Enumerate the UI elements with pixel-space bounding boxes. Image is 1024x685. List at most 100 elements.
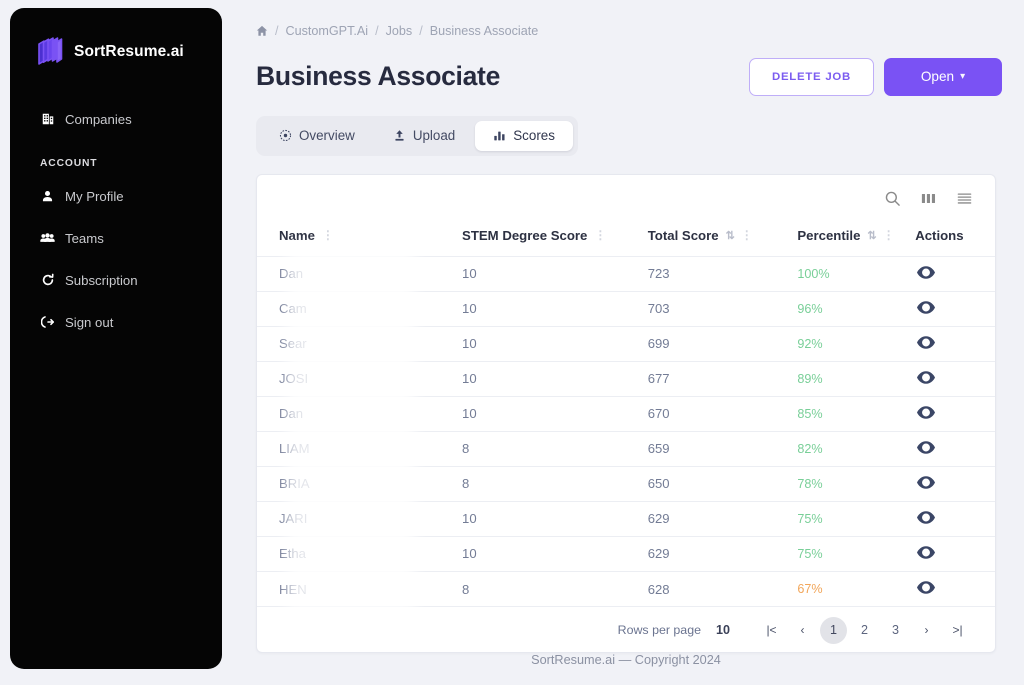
page-title: Business Associate — [256, 61, 500, 92]
column-menu-icon[interactable]: ⋮ — [883, 228, 895, 242]
search-icon[interactable] — [884, 190, 901, 207]
breadcrumb-item-current[interactable]: Business Associate — [430, 24, 539, 38]
column-label: Total Score — [648, 228, 719, 243]
eye-icon[interactable] — [917, 336, 935, 349]
sidebar-item-my-profile[interactable]: My Profile — [10, 175, 222, 217]
table-row[interactable]: Etha1062975% — [257, 536, 995, 571]
cell-total-score: 628 — [648, 571, 798, 606]
column-header-percentile[interactable]: Percentile ⇅ ⋮ — [797, 222, 915, 257]
cell-stem-degree-score: 10 — [462, 291, 648, 326]
cell-percentile: 78% — [797, 466, 915, 501]
open-status-button[interactable]: Open ▾ — [884, 58, 1002, 96]
cell-percentile: 75% — [797, 501, 915, 536]
sidebar-item-sign-out[interactable]: Sign out — [10, 301, 222, 343]
sort-icon[interactable]: ⇅ — [867, 229, 875, 242]
cell-percentile: 100% — [797, 256, 915, 291]
rows-per-page-value[interactable]: 10 — [716, 623, 730, 637]
tab-label: Upload — [413, 128, 455, 143]
eye-icon[interactable] — [917, 476, 935, 489]
cell-stem-degree-score: 8 — [462, 571, 648, 606]
cell-actions — [915, 256, 995, 291]
cell-stem-degree-score: 8 — [462, 466, 648, 501]
cell-name: HEN — [257, 571, 462, 606]
table-row[interactable]: JOSI1067789% — [257, 361, 995, 396]
sidebar-item-teams[interactable]: Teams — [10, 217, 222, 259]
cell-actions — [915, 431, 995, 466]
page-button-2[interactable]: 2 — [851, 617, 878, 644]
eye-icon[interactable] — [917, 371, 935, 384]
prev-page-button[interactable]: ‹ — [789, 617, 816, 644]
cell-percentile: 75% — [797, 536, 915, 571]
eye-icon[interactable] — [917, 581, 935, 594]
eye-icon[interactable] — [917, 301, 935, 314]
first-page-button[interactable]: |< — [758, 617, 785, 644]
sidebar-item-label: Subscription — [65, 273, 138, 288]
tab-upload[interactable]: Upload — [375, 121, 473, 151]
page-button-3[interactable]: 3 — [882, 617, 909, 644]
cell-percentile: 96% — [797, 291, 915, 326]
page-button-1[interactable]: 1 — [820, 617, 847, 644]
cell-stem-degree-score: 10 — [462, 256, 648, 291]
rows-per-page-label: Rows per page — [618, 623, 701, 637]
cell-name: Dan — [257, 396, 462, 431]
eye-icon[interactable] — [917, 266, 935, 279]
column-header-stem-degree-score[interactable]: STEM Degree Score ⋮ — [462, 222, 648, 257]
cell-stem-degree-score: 10 — [462, 361, 648, 396]
table-row[interactable]: JARI1062975% — [257, 501, 995, 536]
sort-icon[interactable]: ⇅ — [726, 229, 734, 242]
scores-table-card: Name ⋮ STEM Degree Score ⋮ — [256, 174, 996, 653]
table-row[interactable]: Dan1067085% — [257, 396, 995, 431]
cell-total-score: 659 — [648, 431, 798, 466]
page-header: Business Associate DELETE JOB Open ▾ — [256, 56, 1002, 98]
cell-total-score: 677 — [648, 361, 798, 396]
columns-icon[interactable] — [920, 190, 937, 207]
tab-label: Overview — [299, 128, 355, 143]
column-label: Percentile — [797, 228, 860, 243]
cell-name: Etha — [257, 536, 462, 571]
table-row[interactable]: Sear1069992% — [257, 326, 995, 361]
cell-total-score: 723 — [648, 256, 798, 291]
brand[interactable]: SortResume.ai — [10, 8, 222, 70]
eye-icon[interactable] — [917, 406, 935, 419]
eye-icon[interactable] — [917, 441, 935, 454]
cell-name: LIAM — [257, 431, 462, 466]
breadcrumb-item-customgpt[interactable]: CustomGPT.Ai — [286, 24, 369, 38]
sidebar-item-label: Sign out — [65, 315, 113, 330]
cell-stem-degree-score: 8 — [462, 431, 648, 466]
sidebar-item-label: Teams — [65, 231, 104, 246]
tab-label: Scores — [513, 128, 555, 143]
tab-overview[interactable]: Overview — [261, 121, 373, 151]
column-menu-icon[interactable]: ⋮ — [594, 228, 606, 242]
breadcrumb-item-jobs[interactable]: Jobs — [386, 24, 413, 38]
table-row[interactable]: Dan10723100% — [257, 256, 995, 291]
cell-actions — [915, 466, 995, 501]
upload-icon — [393, 129, 406, 142]
column-menu-icon[interactable]: ⋮ — [741, 228, 753, 242]
cell-actions — [915, 326, 995, 361]
chevron-down-icon: ▾ — [960, 71, 965, 82]
cell-name: Cam — [257, 291, 462, 326]
tab-scores[interactable]: Scores — [475, 121, 573, 151]
cell-percentile: 92% — [797, 326, 915, 361]
table-row[interactable]: LIAM865982% — [257, 431, 995, 466]
sidebar: SortResume.ai Companies ACCOUNT My Profi… — [10, 8, 222, 669]
delete-job-button[interactable]: DELETE JOB — [749, 58, 874, 96]
main-content: / CustomGPT.Ai / Jobs / Business Associa… — [222, 0, 1024, 685]
footer: SortResume.ai — Copyright 2024 — [256, 653, 996, 685]
cell-total-score: 699 — [648, 326, 798, 361]
column-header-total-score[interactable]: Total Score ⇅ ⋮ — [648, 222, 798, 257]
column-menu-icon[interactable]: ⋮ — [322, 228, 334, 242]
cell-percentile: 85% — [797, 396, 915, 431]
table-row[interactable]: Cam1070396% — [257, 291, 995, 326]
sidebar-item-subscription[interactable]: Subscription — [10, 259, 222, 301]
sidebar-item-companies[interactable]: Companies — [10, 98, 222, 140]
column-header-name[interactable]: Name ⋮ — [257, 222, 462, 257]
eye-icon[interactable] — [917, 511, 935, 524]
table-row[interactable]: BRIA865078% — [257, 466, 995, 501]
menu-icon[interactable] — [956, 190, 973, 207]
next-page-button[interactable]: › — [913, 617, 940, 644]
last-page-button[interactable]: >| — [944, 617, 971, 644]
eye-icon[interactable] — [917, 546, 935, 559]
table-row[interactable]: HEN862867% — [257, 571, 995, 606]
home-icon[interactable] — [256, 25, 268, 37]
